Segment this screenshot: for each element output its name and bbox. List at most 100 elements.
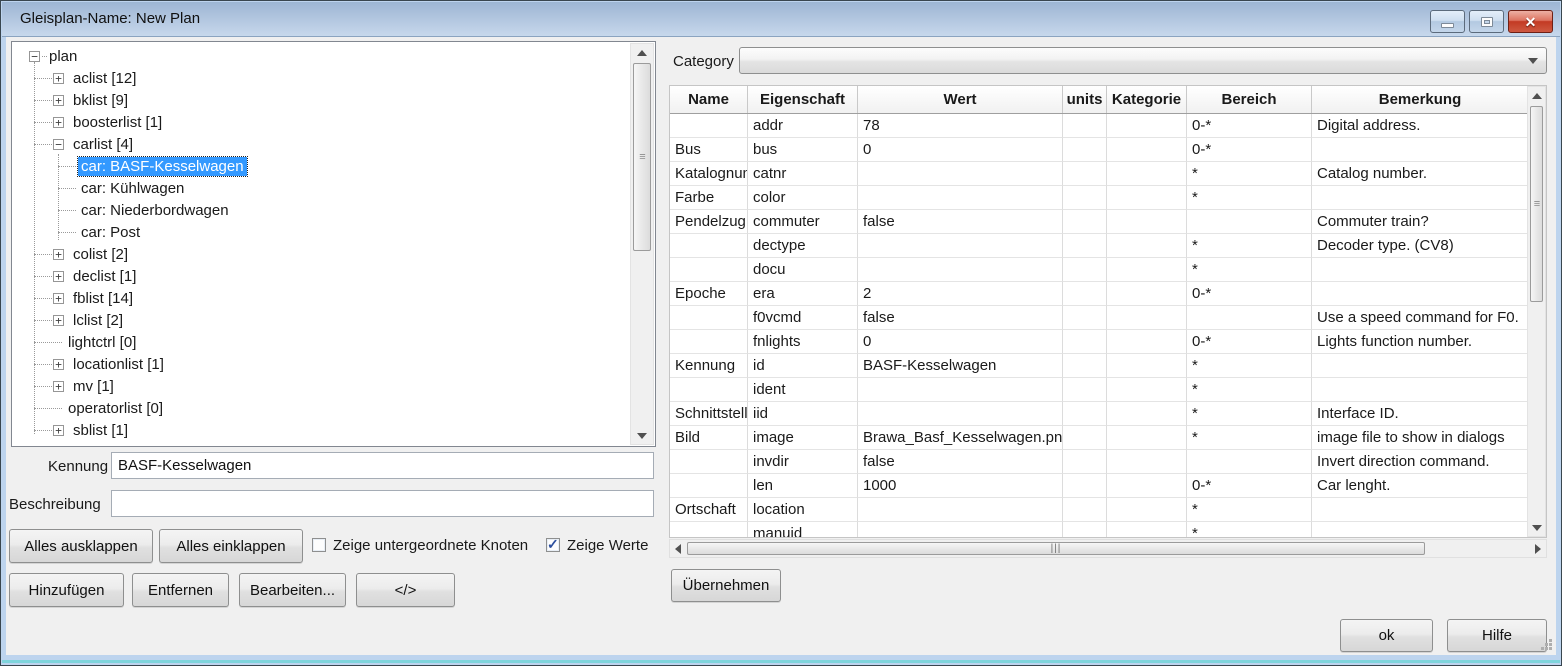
tree-item-label[interactable]: bklist [9] [70, 91, 131, 110]
tree-item-label[interactable]: aclist [12] [70, 69, 139, 88]
resize-grip[interactable] [1540, 639, 1552, 651]
tree-item-label[interactable]: car: Kühlwagen [78, 179, 187, 198]
table-row-ident[interactable]: ident* [670, 378, 1527, 402]
beschreibung-label: Beschreibung [9, 496, 101, 513]
help-button[interactable]: Hilfe [1447, 619, 1547, 652]
tree-item-lightctrl-0[interactable]: lightctrl [0] [12, 331, 629, 353]
tree-item-colist-2[interactable]: + colist [2] [12, 243, 629, 265]
apply-button[interactable]: Übernehmen [671, 569, 781, 602]
expand-all-button[interactable]: Alles ausklappen [9, 529, 153, 563]
table-row-iid[interactable]: Schnittstelleiid*Interface ID. [670, 402, 1527, 426]
table-row-location[interactable]: Ortschaftlocation* [670, 498, 1527, 522]
tree-item-label[interactable]: carlist [4] [70, 135, 136, 154]
tree-item-sblist-1[interactable]: + sblist [1] [12, 419, 629, 441]
expand-toggle-icon[interactable]: + [53, 315, 64, 326]
tree-item-operatorlist-0[interactable]: operatorlist [0] [12, 397, 629, 419]
table-row-dectype[interactable]: dectype*Decoder type. (CV8) [670, 234, 1527, 258]
tree-item-declist-1[interactable]: + declist [1] [12, 265, 629, 287]
edit-button[interactable]: Bearbeiten... [239, 573, 346, 607]
table-row-era[interactable]: Epocheera20-* [670, 282, 1527, 306]
tree-item-label[interactable]: car: Post [78, 223, 143, 242]
expand-toggle-icon[interactable]: + [53, 117, 64, 128]
collapse-toggle-icon[interactable]: − [29, 51, 40, 62]
table-row-bus[interactable]: Busbus00-* [670, 138, 1527, 162]
expand-toggle-icon[interactable]: + [53, 359, 64, 370]
table-scrollbar[interactable]: ≡ [1527, 86, 1546, 537]
show-child-nodes-checkbox[interactable] [312, 538, 326, 552]
tree-item-label[interactable]: fblist [14] [70, 289, 136, 308]
expand-toggle-icon[interactable]: + [53, 95, 64, 106]
tree-item-label[interactable]: colist [2] [70, 245, 131, 264]
horizontal-scrollbar-thumb[interactable]: ||| [687, 542, 1425, 555]
scroll-right-arrow-icon[interactable] [1530, 540, 1546, 557]
edit-label: Bearbeiten... [250, 582, 335, 599]
expand-toggle-icon[interactable]: + [53, 271, 64, 282]
show-values-checkbox[interactable] [546, 538, 560, 552]
table-row-invdir[interactable]: invdirfalseInvert direction command. [670, 450, 1527, 474]
scrollbar-grip-icon: ≡ [639, 155, 644, 159]
tree-item-label[interactable]: operatorlist [0] [65, 399, 166, 418]
tree-item-bklist-9[interactable]: + bklist [9] [12, 89, 629, 111]
tree-item-label[interactable]: lightctrl [0] [65, 333, 139, 352]
expand-toggle-icon[interactable]: + [53, 249, 64, 260]
table-row-f0vcmd[interactable]: f0vcmdfalseUse a speed command for F0. [670, 306, 1527, 330]
table-row-manuid[interactable]: manuid* [670, 522, 1527, 537]
collapse-all-button[interactable]: Alles einklappen [159, 529, 303, 563]
tree-item-carlist-4[interactable]: −carlist [4] [12, 133, 629, 155]
kennung-input[interactable] [111, 452, 654, 479]
category-select[interactable] [739, 47, 1547, 74]
tree-item-car-k-hlwagen[interactable]: car: Kühlwagen [12, 177, 629, 199]
tree-item-aclist-12[interactable]: + aclist [12] [12, 67, 629, 89]
minimize-button[interactable] [1430, 10, 1465, 33]
collapse-toggle-icon[interactable]: − [53, 139, 64, 150]
maximize-button[interactable] [1469, 10, 1504, 33]
table-row-docu[interactable]: docu* [670, 258, 1527, 282]
expand-toggle-icon[interactable]: + [53, 293, 64, 304]
tree-item-mv-1[interactable]: + mv [1] [12, 375, 629, 397]
scroll-up-arrow-icon[interactable] [1528, 87, 1545, 104]
table-row-image[interactable]: BildimageBrawa_Basf_Kesselwagen.png*imag… [670, 426, 1527, 450]
tree-item-car-niederbordwagen[interactable]: car: Niederbordwagen [12, 199, 629, 221]
tree-item-label[interactable]: sblist [1] [70, 421, 131, 440]
close-button[interactable]: ✕ [1508, 10, 1553, 33]
table-row-addr[interactable]: addr780-*Digital address. [670, 114, 1527, 138]
tree-scrollbar[interactable]: ≡ [630, 43, 654, 445]
tree-item-label[interactable]: mv [1] [70, 377, 117, 396]
table-row-fnlights[interactable]: fnlights00-*Lights function number. [670, 330, 1527, 354]
table-row-len[interactable]: len10000-*Car lenght. [670, 474, 1527, 498]
remove-button[interactable]: Entfernen [132, 573, 229, 607]
table-row-catnr[interactable]: Katalognummercatnr*Catalog number. [670, 162, 1527, 186]
tree-item-label[interactable]: locationlist [1] [70, 355, 167, 374]
table-horizontal-scrollbar[interactable]: ||| [669, 539, 1547, 558]
tree-item-label[interactable]: lclist [2] [70, 311, 126, 330]
scroll-down-arrow-icon[interactable] [631, 427, 653, 444]
table-row-commuter[interactable]: PendelzugcommuterfalseCommuter train? [670, 210, 1527, 234]
tree-item-car-basf-kesselwagen[interactable]: car: BASF-Kesselwagen [12, 155, 629, 177]
table-row-id[interactable]: KennungidBASF-Kesselwagen* [670, 354, 1527, 378]
title-bar[interactable]: Gleisplan-Name: New Plan ✕ [2, 2, 1560, 37]
tree-item-label[interactable]: plan [46, 47, 80, 66]
tree-item-locationlist-1[interactable]: + locationlist [1] [12, 353, 629, 375]
tree-item-lclist-2[interactable]: + lclist [2] [12, 309, 629, 331]
add-button[interactable]: Hinzufügen [9, 573, 124, 607]
tree-item-label[interactable]: car: Niederbordwagen [78, 201, 232, 220]
code-view-button[interactable]: </> [356, 573, 455, 607]
tree-item-boosterlist-1[interactable]: + boosterlist [1] [12, 111, 629, 133]
tree-item-label[interactable]: declist [1] [70, 267, 139, 286]
scroll-down-arrow-icon[interactable] [1528, 519, 1545, 536]
tree-scrollbar-thumb[interactable]: ≡ [633, 63, 651, 251]
tree-item-fblist-14[interactable]: + fblist [14] [12, 287, 629, 309]
table-scrollbar-thumb[interactable]: ≡ [1530, 106, 1543, 302]
scroll-up-arrow-icon[interactable] [631, 44, 653, 61]
ok-button[interactable]: ok [1340, 619, 1433, 652]
tree-item-label[interactable]: car: BASF-Kesselwagen [78, 157, 247, 176]
tree-item-plan[interactable]: −plan [12, 45, 629, 67]
table-row-color[interactable]: Farbecolor* [670, 186, 1527, 210]
beschreibung-input[interactable] [111, 490, 654, 517]
tree-item-car-post[interactable]: car: Post [12, 221, 629, 243]
expand-toggle-icon[interactable]: + [53, 381, 64, 392]
expand-toggle-icon[interactable]: + [53, 425, 64, 436]
expand-toggle-icon[interactable]: + [53, 73, 64, 84]
tree-item-label[interactable]: boosterlist [1] [70, 113, 165, 132]
scroll-left-arrow-icon[interactable] [670, 540, 686, 557]
